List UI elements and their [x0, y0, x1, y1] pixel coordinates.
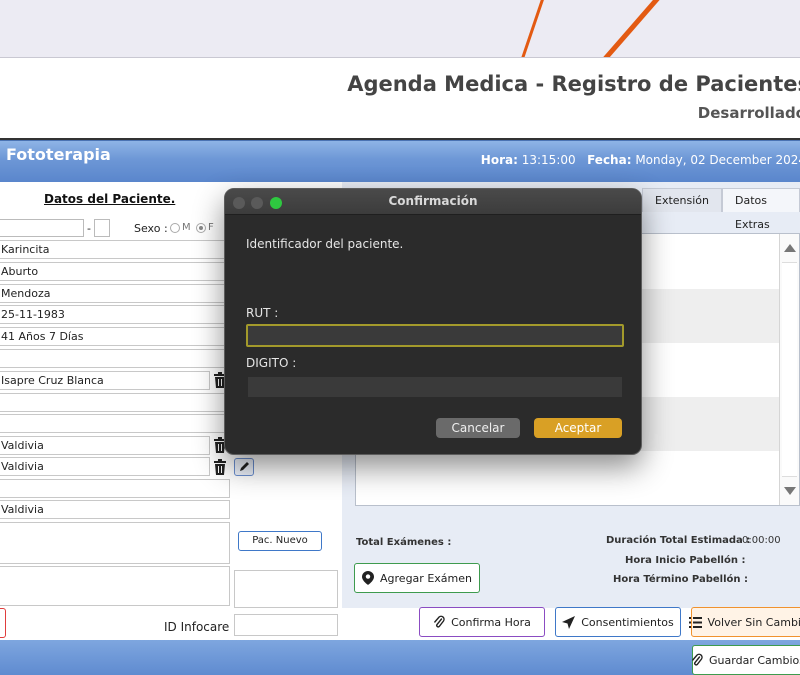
- sexo-radio-m-label: M: [182, 222, 191, 233]
- paperclip-icon: [434, 615, 445, 628]
- observaciones-field[interactable]: [0, 522, 230, 564]
- app-subtitle: Desarrollado: [697, 104, 800, 122]
- nombre-field[interactable]: Karincita: [0, 240, 230, 259]
- dialog-rut-input[interactable]: [246, 324, 624, 347]
- volver-sin-cambios-button[interactable]: Volver Sin Cambios: [688, 607, 800, 637]
- sexo-label: Sexo :: [134, 222, 168, 235]
- rut-field[interactable]: [0, 219, 84, 237]
- scroll-thumb[interactable]: [782, 262, 797, 477]
- apellido-paterno-field[interactable]: Aburto: [0, 262, 230, 281]
- dialog-digito-label: DIGITO :: [246, 356, 297, 370]
- hora-inicio-label: Hora Inicio Pabellón :: [625, 555, 746, 566]
- scroll-up-arrow-icon[interactable]: [784, 244, 796, 252]
- confirma-hora-label: Confirma Hora: [451, 615, 531, 629]
- consentimientos-label: Consentimientos: [581, 615, 674, 629]
- dialog-message: Identificador del paciente.: [246, 237, 404, 251]
- header-area: [0, 58, 800, 140]
- banner-swoosh-graphic: [521, 0, 660, 57]
- empty-field-2[interactable]: [0, 393, 230, 412]
- empty-field-1[interactable]: [0, 349, 230, 368]
- patient-section-title: Datos del Paciente.: [44, 192, 176, 206]
- rut-dv-field[interactable]: [94, 219, 110, 237]
- edit-button[interactable]: [234, 458, 254, 476]
- notas-field[interactable]: [0, 566, 230, 606]
- duracion-value: 0:00:00: [742, 535, 781, 546]
- hora-value: 13:15:00: [521, 153, 576, 167]
- sexo-radio-m[interactable]: [170, 223, 180, 233]
- sexo-radio-f-label: F: [208, 222, 214, 233]
- guardar-cambios-label: Guardar Cambios: [709, 653, 800, 667]
- dialog-titlebar[interactable]: Confirmación: [225, 189, 641, 215]
- tab-extension[interactable]: Extensión: [642, 188, 723, 212]
- module-bar: Fototerapia Hora: 13:15:00 Fecha: Monday…: [0, 140, 800, 182]
- edad-field: 41 Años 7 Días: [0, 327, 230, 346]
- cancel-button[interactable]: Cancelar: [436, 418, 520, 438]
- tab-datos-extras[interactable]: Datos Extras: [722, 188, 800, 231]
- guardar-cambios-button[interactable]: Guardar Cambios: [692, 645, 800, 675]
- hora-label: Hora:: [480, 153, 518, 167]
- paperclip-icon: [692, 653, 703, 666]
- agregar-examen-label: Agregar Exámen: [380, 571, 472, 585]
- accept-button[interactable]: Aceptar: [534, 418, 622, 438]
- sexo-radio-f[interactable]: [196, 223, 206, 233]
- tab-strip: Extensión Datos Extras: [642, 188, 800, 231]
- duracion-label: Duración Total Estimada :: [606, 535, 751, 546]
- list-icon: [688, 616, 702, 628]
- total-examenes-label: Total Exámenes :: [356, 537, 452, 548]
- pencil-icon: [240, 462, 249, 471]
- grid-scrollbar[interactable]: [779, 234, 799, 505]
- fecha-value: Monday, 02 December 2024: [635, 153, 800, 167]
- fecha-nacimiento-field[interactable]: 25-11-1983: [0, 305, 230, 324]
- footer-bar: [0, 640, 800, 675]
- map-pin-icon: [362, 571, 375, 585]
- red-button-edge[interactable]: [0, 608, 6, 638]
- dialog-digito-input[interactable]: [248, 377, 622, 397]
- send-arrow-icon: [562, 615, 576, 629]
- volver-sin-cambios-label: Volver Sin Cambios: [707, 615, 800, 629]
- top-banner: [0, 0, 800, 58]
- fecha-label: Fecha:: [587, 153, 632, 167]
- scroll-down-arrow-icon[interactable]: [784, 487, 796, 495]
- confirmation-dialog: Confirmación Identificador del paciente.…: [224, 188, 642, 455]
- app-title: Agenda Medica - Registro de Pacientes: [347, 72, 800, 96]
- module-title: Fototerapia: [6, 145, 111, 164]
- dialog-title: Confirmación: [388, 194, 478, 208]
- trash-icon[interactable]: [213, 459, 227, 475]
- id-infocare-field[interactable]: [234, 614, 338, 636]
- region-field[interactable]: Valdivia: [0, 500, 230, 519]
- apellido-materno-field[interactable]: Mendoza: [0, 284, 230, 303]
- empty-field-3[interactable]: [0, 414, 230, 433]
- pac-nuevo-button[interactable]: Pac. Nuevo: [238, 531, 322, 551]
- ciudad-field[interactable]: Valdivia: [0, 457, 210, 476]
- comuna-field[interactable]: Valdivia: [0, 436, 210, 455]
- consentimientos-button[interactable]: Consentimientos: [555, 607, 681, 637]
- confirma-hora-button[interactable]: Confirma Hora: [419, 607, 545, 637]
- rut-dash: -: [87, 222, 91, 235]
- agregar-examen-button[interactable]: Agregar Exámen: [354, 563, 480, 593]
- empty-field-4[interactable]: [0, 479, 230, 498]
- hora-termino-label: Hora Término Pabellón :: [613, 574, 748, 585]
- dialog-rut-label: RUT :: [246, 306, 279, 320]
- time-date: Hora: 13:15:00 Fecha: Monday, 02 Decembe…: [481, 153, 800, 167]
- prevision-field[interactable]: Isapre Cruz Blanca: [0, 371, 210, 390]
- id-infocare-label: ID Infocare :: [164, 620, 238, 634]
- photo-box: [234, 570, 338, 608]
